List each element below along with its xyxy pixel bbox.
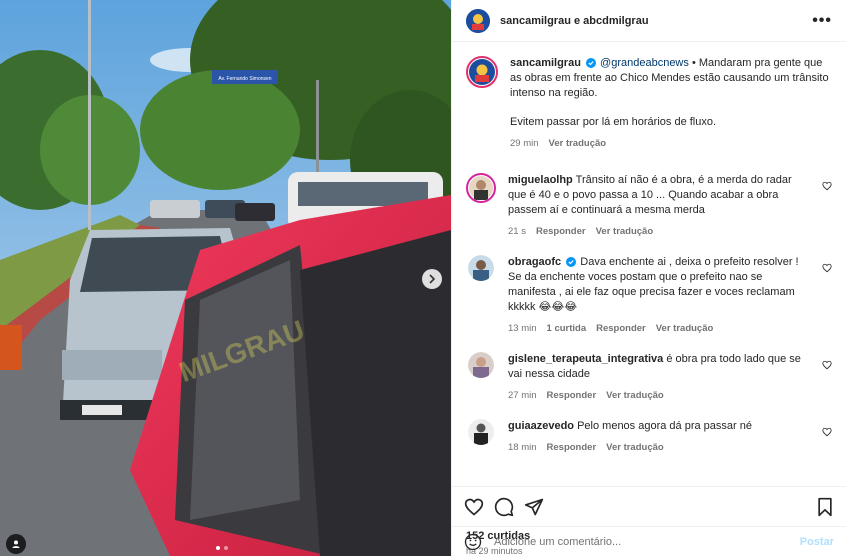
like-button[interactable] [464, 497, 484, 517]
avatar-image [466, 8, 490, 33]
comment-time: 21 s [508, 226, 526, 237]
translate-link[interactable]: Ver tradução [596, 224, 654, 239]
comment-username[interactable]: gislene_terapeuta_integrativa [508, 353, 663, 365]
comment-item: guiaazevedo Pelo menos agora dá pra pass… [466, 419, 832, 455]
caption-mention[interactable]: @grandeabcnews [600, 57, 689, 69]
emoji-button[interactable] [464, 533, 482, 551]
comment-body: guiaazevedo Pelo menos agora dá pra pass… [508, 419, 832, 455]
avatar-image [469, 176, 493, 200]
comment-username[interactable]: guiaazevedo [508, 420, 574, 432]
add-comment-bar: Postar [452, 526, 846, 556]
comment-avatar[interactable] [468, 419, 494, 445]
comment-meta: 27 min Responder Ver tradução [508, 388, 810, 403]
reply-link[interactable]: Responder [536, 224, 586, 239]
carousel-dots [216, 546, 228, 550]
instagram-post-modal: Av. Fernando Simonsen MILGRAU sancamilgr… [0, 0, 846, 556]
caption-username[interactable]: sancamilgrau [510, 57, 581, 69]
like-comment-heart-icon[interactable] [822, 427, 832, 437]
caption-time: 29 min [510, 138, 539, 149]
avatar-image [468, 352, 494, 378]
translate-link[interactable]: Ver tradução [656, 321, 714, 336]
post-details-panel: sancamilgrau e abcdmilgrau ••• sancamilg… [451, 0, 846, 556]
post-actions-bar [452, 486, 846, 526]
comment-button[interactable] [494, 497, 514, 517]
comment-meta: 18 min Responder Ver tradução [508, 440, 810, 455]
author-avatar[interactable] [466, 8, 490, 33]
caption-meta: 29 min Ver tradução [510, 136, 832, 151]
comment-item: miguelaolhp Trânsito aí não é a obra, é … [466, 173, 832, 239]
post-authors[interactable]: sancamilgrau e abcdmilgrau [500, 15, 812, 27]
comment-body: gislene_terapeuta_integrativa é obra pra… [508, 352, 832, 403]
like-comment-heart-icon[interactable] [822, 360, 832, 370]
caption-translate-link[interactable]: Ver tradução [549, 136, 607, 151]
reply-link[interactable]: Responder [596, 321, 646, 336]
carousel-dot [224, 546, 228, 550]
comment-avatar[interactable] [466, 173, 496, 203]
comment-body: obragaofc Dava enchente ai , deixa o pre… [508, 255, 832, 336]
like-comment-heart-icon[interactable] [822, 263, 832, 273]
more-options-button[interactable]: ••• [812, 12, 832, 28]
tagged-users-button[interactable] [6, 534, 26, 554]
street-sign-text: Av. Fernando Simonsen [218, 76, 271, 82]
comment-username[interactable]: obragaofc [508, 256, 561, 268]
comment-meta: 21 s Responder Ver tradução [508, 224, 810, 239]
translate-link[interactable]: Ver tradução [606, 440, 664, 455]
comment-text: Pelo menos agora dá pra passar né [574, 420, 752, 432]
avatar-image [468, 255, 494, 281]
bookmark-icon [818, 497, 832, 516]
comment-body: miguelaolhp Trânsito aí não é a obra, é … [508, 173, 832, 239]
save-button[interactable] [816, 497, 834, 517]
heart-icon [464, 498, 484, 516]
comment-item: gislene_terapeuta_integrativa é obra pra… [466, 352, 832, 403]
caption-text-block: sancamilgrau @grandeabcnews • Mandaram p… [510, 56, 832, 101]
caption-text-2: Evitem passar por lá em horários de flux… [510, 116, 717, 128]
verified-badge-icon [566, 257, 577, 267]
comment-input[interactable] [494, 535, 800, 548]
comment-avatar[interactable] [468, 255, 494, 281]
comment-meta: 13 min 1 curtida Responder Ver tradução [508, 321, 810, 336]
post-photo[interactable]: Av. Fernando Simonsen MILGRAU [0, 0, 451, 556]
post-comment-button[interactable]: Postar [800, 536, 834, 548]
user-tag-icon [12, 540, 20, 548]
carousel-dot-active [216, 546, 220, 550]
comments-list: sancamilgrau @grandeabcnews • Mandaram p… [452, 42, 846, 486]
comment-time: 27 min [508, 390, 537, 401]
paper-plane-icon [524, 498, 544, 515]
share-button[interactable] [524, 497, 544, 517]
comment-username[interactable]: miguelaolhp [508, 174, 573, 186]
next-slide-button[interactable] [422, 269, 442, 289]
emoji-smile-icon [464, 533, 482, 550]
caption-avatar[interactable] [466, 56, 498, 88]
comment-item: obragaofc Dava enchente ai , deixa o pre… [466, 255, 832, 336]
comment-time: 18 min [508, 442, 537, 453]
chevron-right-icon [429, 274, 436, 284]
reply-link[interactable]: Responder [547, 388, 597, 403]
comment-bubble-icon [494, 497, 514, 516]
verified-badge-icon [585, 58, 596, 68]
like-comment-heart-icon[interactable] [822, 181, 832, 191]
post-header: sancamilgrau e abcdmilgrau ••• [452, 0, 846, 42]
comment-time: 13 min [508, 323, 537, 334]
avatar-image [469, 59, 495, 85]
caption: sancamilgrau @grandeabcnews • Mandaram p… [466, 56, 832, 151]
caption-body: sancamilgrau @grandeabcnews • Mandaram p… [510, 56, 832, 151]
comment-avatar[interactable] [468, 352, 494, 378]
comment-likes[interactable]: 1 curtida [547, 321, 587, 336]
reply-link[interactable]: Responder [547, 440, 597, 455]
translate-link[interactable]: Ver tradução [606, 388, 664, 403]
street-photo: Av. Fernando Simonsen MILGRAU [0, 0, 451, 556]
avatar-image [468, 419, 494, 445]
